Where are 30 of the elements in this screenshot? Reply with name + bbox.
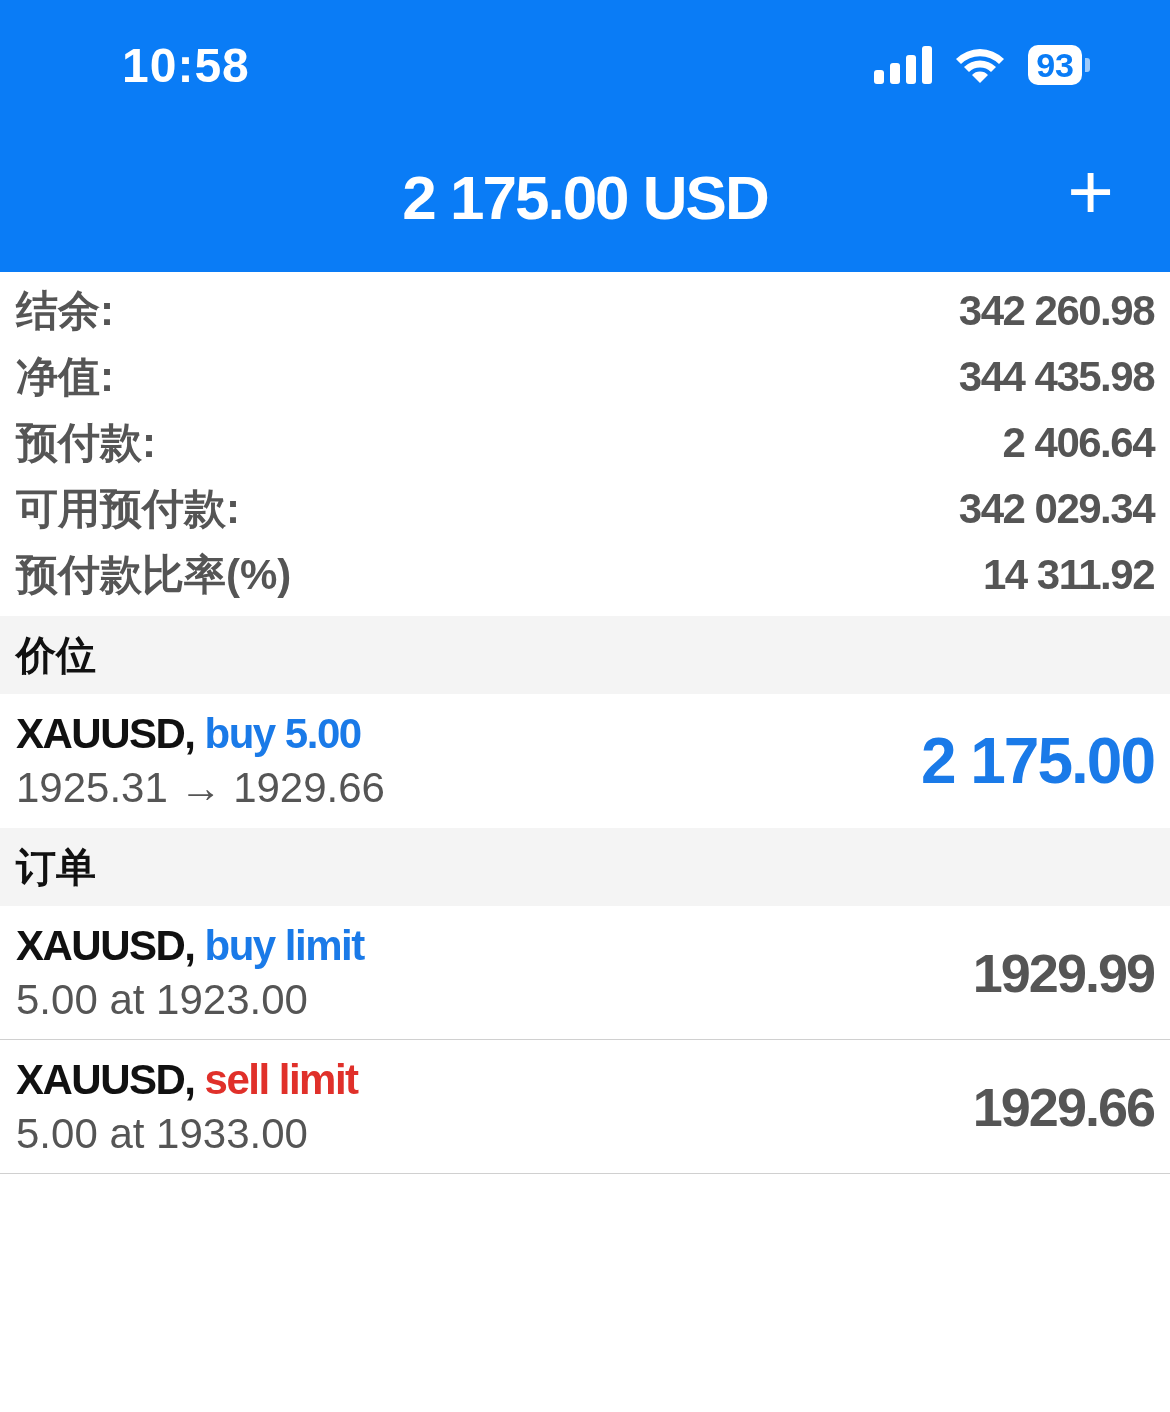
- summary-label: 预付款比率(%): [16, 550, 292, 600]
- current-price: 1929.66: [972, 1075, 1154, 1138]
- summary-value: 344 435.98: [958, 353, 1154, 401]
- status-time: 10:58: [122, 37, 250, 93]
- profit-value: 2 175.00: [920, 724, 1154, 798]
- order-type: buy 5.00: [204, 710, 361, 758]
- section-title: 价位: [16, 631, 96, 679]
- order-type: sell limit: [204, 1055, 358, 1104]
- summary-label: 结余:: [16, 286, 114, 336]
- section-title: 订单: [16, 843, 96, 891]
- summary-value: 14 311.92: [982, 551, 1154, 599]
- summary-label: 预付款:: [16, 418, 156, 468]
- summary-value: 342 260.98: [958, 287, 1154, 335]
- order-type: buy limit: [204, 921, 364, 970]
- header-title: 2 175.00 USD: [402, 161, 768, 233]
- summary-label: 净值:: [16, 352, 114, 402]
- price-detail: 1925.31 → 1929.66: [16, 764, 385, 812]
- summary-value: 342 029.34: [958, 485, 1154, 533]
- signal-icon: [874, 46, 933, 84]
- summary-value: 2 406.64: [1002, 419, 1154, 467]
- symbol-label: XAUUSD,: [16, 921, 195, 970]
- symbol-label: XAUUSD,: [16, 1055, 195, 1104]
- wifi-icon: [954, 46, 1007, 84]
- battery-level: 93: [1028, 45, 1082, 85]
- price-detail: 5.00 at 1933.00: [16, 1109, 309, 1158]
- summary-label: 可用预付款:: [16, 484, 240, 534]
- price-detail: 5.00 at 1923.00: [16, 975, 309, 1024]
- add-button[interactable]: +: [1067, 152, 1114, 232]
- current-price: 1929.99: [972, 941, 1154, 1004]
- symbol-label: XAUUSD,: [16, 710, 195, 758]
